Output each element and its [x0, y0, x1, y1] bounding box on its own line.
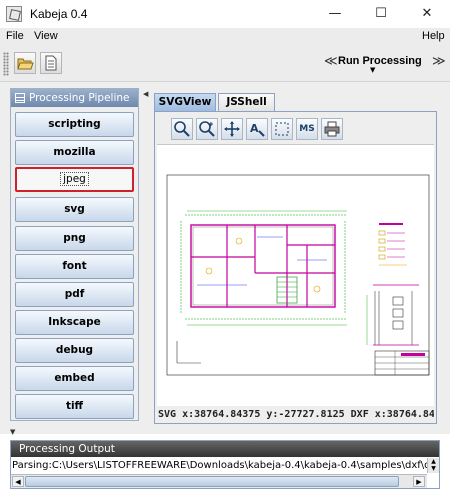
floor-plan — [180, 210, 347, 326]
toolbar-grip[interactable] — [3, 52, 9, 76]
document-icon — [45, 55, 57, 71]
pipeline-item-pdf[interactable]: pdf — [15, 282, 134, 307]
run-next-arrow[interactable]: ≫ — [432, 54, 446, 69]
run-processing-button[interactable]: Run Processing — [338, 55, 422, 67]
menu-help[interactable]: Help — [422, 30, 445, 42]
pipeline-item-scripting[interactable]: scripting — [15, 112, 134, 137]
print-icon — [324, 121, 340, 137]
minimize-button[interactable]: — — [312, 0, 358, 28]
zoom-button[interactable] — [171, 118, 193, 140]
zoom-in-icon — [199, 121, 215, 137]
svg-text:A: A — [250, 122, 259, 135]
pipeline-header: Processing Pipeline — [11, 89, 138, 107]
drawing-canvas[interactable] — [157, 144, 434, 406]
menu-view[interactable]: View — [34, 30, 58, 42]
pipeline-item-inkscape[interactable]: Inkscape — [15, 310, 134, 335]
maximize-button[interactable]: ☐ — [358, 0, 404, 28]
legend-block — [378, 223, 407, 266]
text-zoom-icon: A — [250, 122, 265, 137]
menu-file[interactable]: File — [6, 30, 24, 42]
title-bar: Kabeja 0.4 — ☐ ✕ — [0, 0, 450, 28]
title-block — [374, 350, 430, 376]
pipeline-item-mozilla[interactable]: mozilla — [15, 140, 134, 165]
pipeline-item-svg[interactable]: svg — [15, 197, 134, 222]
elevation-section — [366, 284, 419, 346]
pipeline-item-png[interactable]: png — [15, 226, 134, 251]
pipeline-list-icon — [15, 93, 25, 103]
ms-button[interactable]: MS — [296, 118, 318, 140]
output-horizontal-scrollbar[interactable]: ◀ ▶ — [11, 474, 427, 488]
zoom-in-button[interactable] — [196, 118, 218, 140]
pan-button[interactable] — [221, 118, 243, 140]
menu-bar: File View Help — [0, 28, 450, 46]
tab-svgview[interactable]: SVGView — [154, 93, 216, 111]
processing-pipeline-panel: Processing Pipeline scripting mozilla jp… — [10, 88, 139, 421]
document-button[interactable] — [40, 52, 62, 74]
window-title: Kabeja 0.4 — [30, 7, 88, 21]
select-rect-button[interactable] — [271, 118, 293, 140]
pipeline-item-jpeg-label: jpeg — [60, 172, 89, 186]
svg-toolbar: A MS — [156, 113, 435, 143]
select-rect-icon — [275, 122, 289, 136]
pipeline-item-jpeg[interactable]: jpeg — [15, 167, 134, 192]
scroll-left-icon[interactable]: ◀ — [12, 476, 24, 487]
collapse-left-arrow[interactable]: ◀ — [143, 90, 148, 98]
print-button[interactable] — [321, 118, 343, 140]
processing-output-panel: Processing Output Parsing:C:\Users\LISTO… — [10, 440, 440, 489]
folder-open-icon — [17, 58, 34, 70]
coordinate-status: SVG x:38764.84375 y:-27727.8125 DXF x:38… — [158, 409, 434, 420]
run-dropdown-icon[interactable]: ▼ — [370, 66, 375, 74]
ms-icon: MS — [299, 124, 315, 134]
run-prev-arrow[interactable]: ≪ — [324, 54, 338, 69]
pipeline-title: Processing Pipeline — [29, 92, 130, 104]
app-icon — [6, 6, 22, 22]
pipeline-item-tiff[interactable]: tiff — [15, 394, 134, 419]
cad-drawing — [166, 174, 430, 376]
output-vertical-scrollbar[interactable]: ▲ ▼ — [427, 458, 439, 473]
scroll-thumb[interactable] — [25, 476, 399, 487]
run-processing-control: ≪ Run Processing ≫ ▼ — [320, 46, 450, 82]
pipeline-item-font[interactable]: font — [15, 254, 134, 279]
axis-marker — [176, 341, 201, 364]
zoom-icon — [174, 121, 190, 137]
output-log[interactable]: Parsing:C:\Users\LISTOFFREEWARE\Download… — [11, 458, 427, 473]
svg-view-panel: A MS SVG x:38764.84375 y:-27727.8125 DXF… — [154, 111, 437, 424]
open-button[interactable] — [14, 52, 36, 74]
pipeline-item-debug[interactable]: debug — [15, 338, 134, 363]
text-zoom-button[interactable]: A — [246, 118, 268, 140]
collapse-bottom-arrow[interactable]: ▼ — [10, 428, 15, 436]
tab-jsshell[interactable]: JSShell — [218, 93, 275, 111]
scroll-right-icon[interactable]: ▶ — [413, 476, 425, 487]
output-header: Processing Output — [11, 441, 439, 457]
pipeline-item-embed[interactable]: embed — [15, 366, 134, 391]
pan-icon — [224, 121, 240, 137]
close-button[interactable]: ✕ — [404, 0, 450, 28]
